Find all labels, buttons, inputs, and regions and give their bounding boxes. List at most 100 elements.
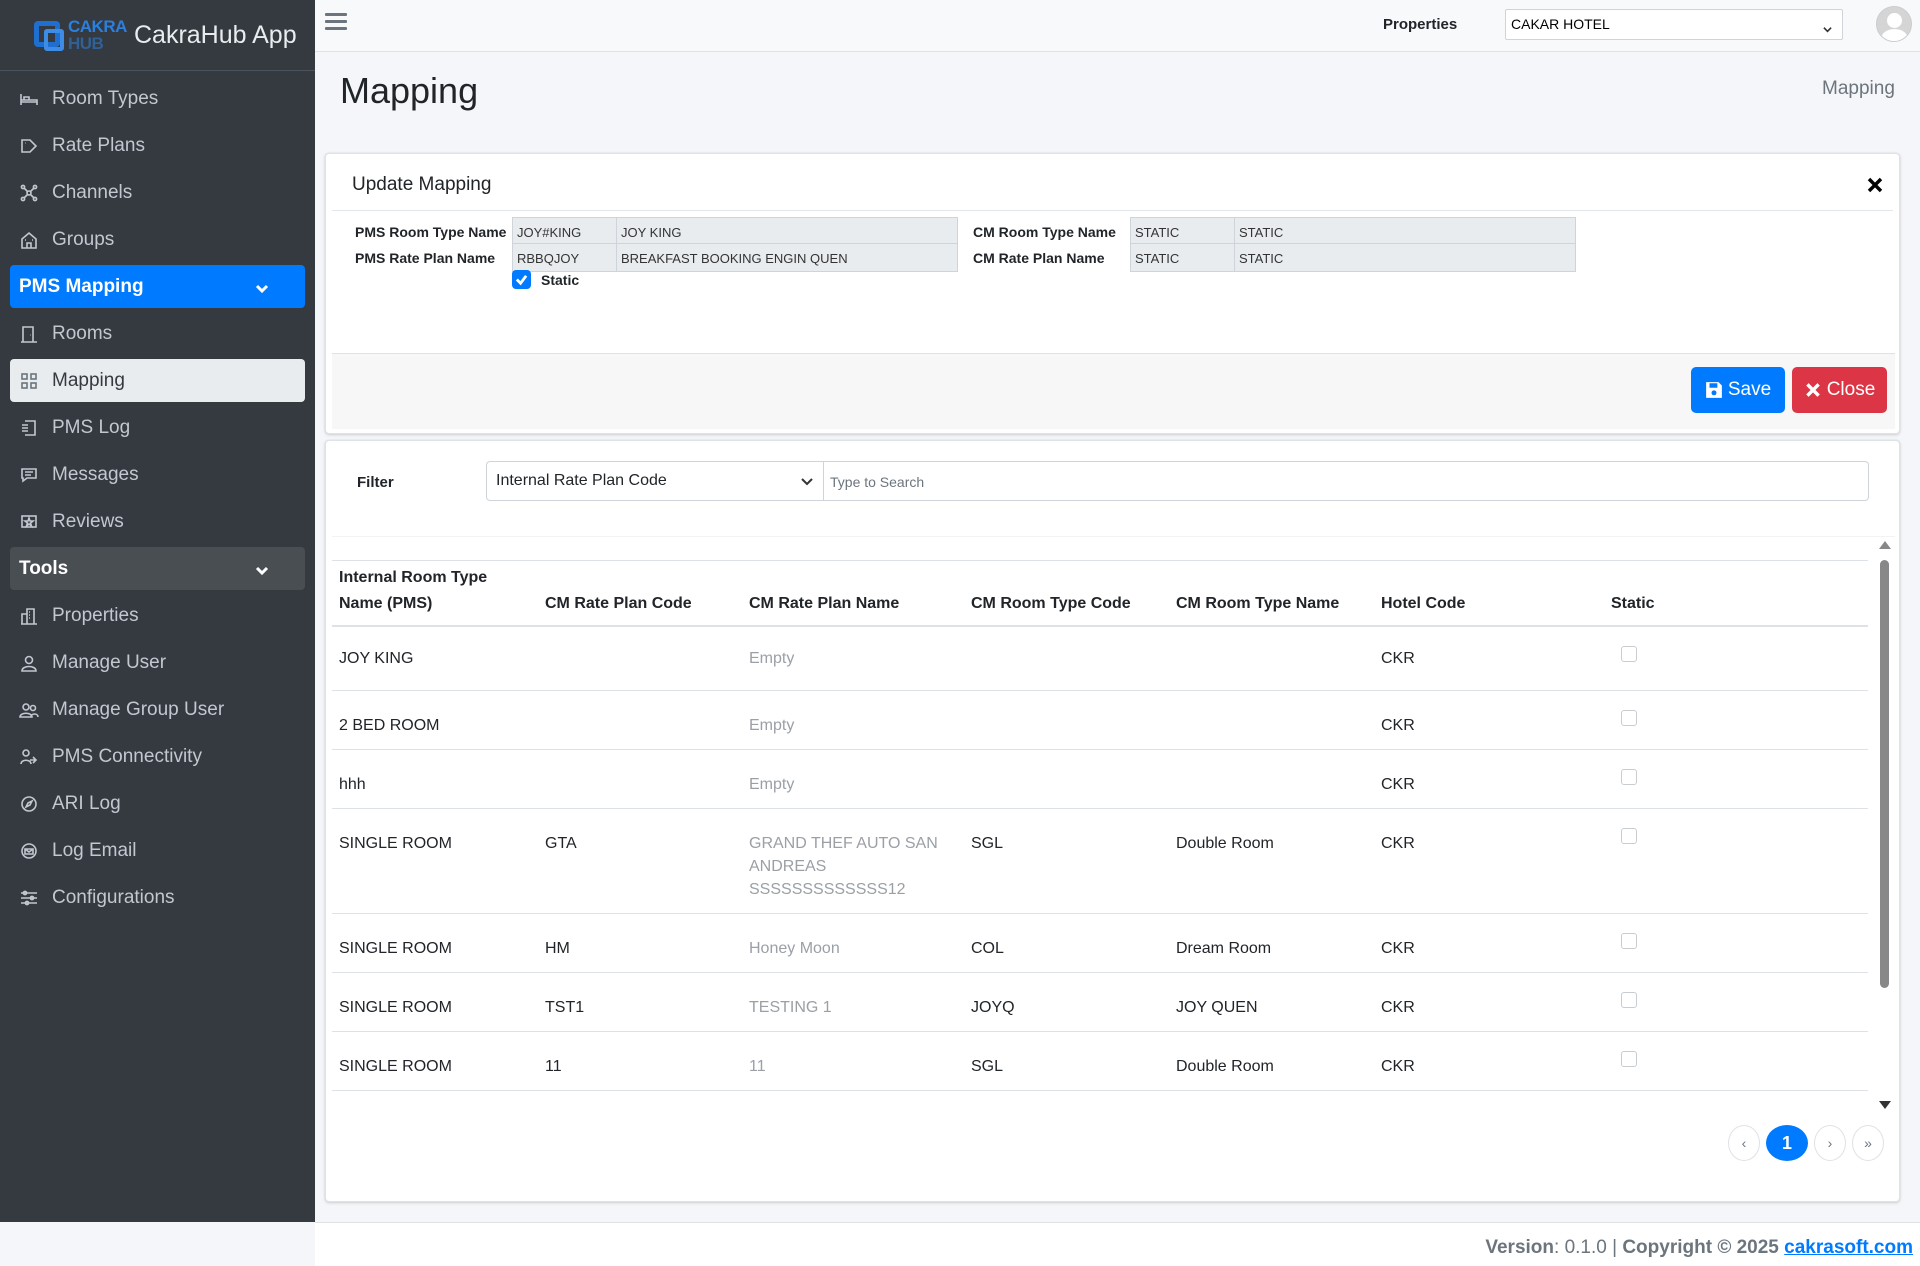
filter-field-value: Internal Rate Plan Code bbox=[496, 472, 667, 489]
search-input[interactable]: Type to Search bbox=[824, 461, 1869, 501]
sidebar-item-messages[interactable]: Messages bbox=[10, 453, 305, 496]
cell-hotel: CKR bbox=[1369, 625, 1599, 691]
sidebar-item-pms-connectivity[interactable]: PMS Connectivity bbox=[10, 735, 305, 778]
static-row-checkbox[interactable] bbox=[1621, 769, 1637, 785]
table-row[interactable]: JOY#KINGJOY KINGEmptyCKR bbox=[332, 625, 1868, 691]
static-row-checkbox[interactable] bbox=[1621, 992, 1637, 1008]
cm-rate-plan-code-field: STATIC bbox=[1130, 243, 1235, 272]
filter-label: Filter bbox=[357, 474, 394, 491]
static-row-checkbox[interactable] bbox=[1621, 645, 1637, 662]
static-row-checkbox[interactable] bbox=[1621, 710, 1637, 726]
table-row[interactable]: hhhhhhEmptyCKR bbox=[332, 749, 1868, 809]
cell-hotel: CKR bbox=[1369, 808, 1599, 914]
building-icon bbox=[18, 229, 40, 251]
cell-hotel: CKR bbox=[1369, 1031, 1599, 1091]
cell-static bbox=[1599, 1031, 1868, 1091]
cell-cm-room-name bbox=[1164, 625, 1369, 691]
cakrasoft-link[interactable]: cakrasoft.com bbox=[1784, 1237, 1913, 1258]
sidebar-item-rooms[interactable]: Rooms bbox=[10, 312, 305, 355]
static-row-checkbox[interactable] bbox=[1621, 828, 1637, 844]
column-header[interactable]: CM Room Type Code bbox=[959, 560, 1164, 627]
sidebar-item-pms-mapping[interactable]: PMS Mapping bbox=[10, 265, 305, 308]
close-button[interactable]: Close bbox=[1792, 367, 1887, 413]
cell-cm-rate-code: GTA bbox=[533, 808, 737, 914]
check-icon bbox=[512, 270, 531, 289]
cell-room-name: SINGLE ROOM bbox=[332, 913, 533, 973]
pagination: ‹ 1 › » bbox=[1728, 1125, 1890, 1161]
sidebar-item-pms-log[interactable]: PMS Log bbox=[10, 406, 305, 449]
cell-cm-rate-code bbox=[533, 625, 737, 691]
sliders-icon bbox=[18, 887, 40, 909]
sidebar-item-manage-group-user[interactable]: Manage Group User bbox=[10, 688, 305, 731]
table-row[interactable]: SGLSINGLE ROOMHMHoney MoonCOLDream RoomC… bbox=[332, 913, 1868, 973]
pms-rate-plan-code-field: RBBQJOY bbox=[512, 243, 617, 272]
cell-static bbox=[1599, 625, 1868, 691]
static-row-checkbox[interactable] bbox=[1621, 933, 1637, 949]
column-header[interactable]: Static bbox=[1599, 560, 1868, 627]
column-header[interactable]: CM Room Type Name bbox=[1164, 560, 1369, 627]
sidebar-item-groups[interactable]: Groups bbox=[10, 218, 305, 261]
table-row[interactable]: 2BEDROOMDOR2 BED ROOMEmptyCKR bbox=[332, 690, 1868, 750]
table-row[interactable]: SGLSINGLE ROOMTST1TESTING 1JOYQJOY QUENC… bbox=[332, 972, 1868, 1032]
sidebar-item-label: Configurations bbox=[52, 886, 175, 908]
property-select[interactable]: CAKAR HOTEL bbox=[1505, 9, 1843, 40]
column-header[interactable]: Hotel Code bbox=[1369, 560, 1599, 627]
cell-cm-room-code: JOYQ bbox=[959, 972, 1164, 1032]
scroll-thumb[interactable] bbox=[1880, 560, 1889, 988]
column-header[interactable]: Internal Room Type Name (PMS) bbox=[332, 560, 533, 627]
sidebar-item-tools[interactable]: Tools bbox=[10, 547, 305, 590]
sidebar-item-mapping[interactable]: Mapping bbox=[10, 359, 305, 402]
version-label: Version bbox=[1485, 1237, 1555, 1258]
prev-page-button[interactable]: ‹ bbox=[1728, 1125, 1760, 1161]
filter-field-select[interactable]: Internal Rate Plan Code bbox=[486, 461, 824, 501]
close-icon[interactable] bbox=[1867, 177, 1883, 193]
sidebar-item-label: Mapping bbox=[52, 369, 125, 391]
column-header[interactable]: CM Rate Plan Name bbox=[737, 560, 959, 627]
table-row[interactable]: SGLSINGLE ROOM1111SGLDouble RoomCKR bbox=[332, 1031, 1868, 1091]
column-header[interactable]: CM Rate Plan Code bbox=[533, 560, 737, 627]
save-button[interactable]: Save bbox=[1691, 367, 1785, 413]
sidebar-item-label: PMS Connectivity bbox=[52, 745, 202, 767]
cell-static bbox=[1599, 749, 1868, 809]
sidebar-item-label: Rate Plans bbox=[52, 134, 145, 156]
footer-text: Version: 0.1.0 | Copyright © 2025 cakras… bbox=[1485, 1237, 1913, 1259]
page-1-button[interactable]: 1 bbox=[1766, 1125, 1808, 1161]
cell-cm-room-name bbox=[1164, 690, 1369, 750]
sidebar-item-properties[interactable]: Properties bbox=[10, 594, 305, 637]
scroll-down-icon[interactable] bbox=[1879, 1101, 1891, 1109]
sidebar-item-manage-user[interactable]: Manage User bbox=[10, 641, 305, 684]
sidebar-item-log-email[interactable]: Log Email bbox=[10, 829, 305, 872]
mapping-table: Internal Room Type Code (PMS)Internal Ro… bbox=[332, 560, 1868, 1091]
cell-cm-rate-name: Empty bbox=[737, 625, 959, 691]
sidebar-item-configurations[interactable]: Configurations bbox=[10, 876, 305, 919]
static-checkbox[interactable]: Static bbox=[512, 270, 579, 289]
brand[interactable]: CAKRA HUB CakraHub App bbox=[0, 0, 315, 71]
hamburger-menu-icon[interactable] bbox=[325, 13, 347, 35]
app-name: CakraHub App bbox=[134, 20, 297, 49]
page-title: Mapping bbox=[340, 70, 479, 111]
sidebar-item-rate-plans[interactable]: Rate Plans bbox=[10, 124, 305, 167]
email-icon bbox=[18, 840, 40, 862]
user-icon bbox=[18, 652, 40, 674]
static-row-checkbox[interactable] bbox=[1621, 1051, 1637, 1067]
last-page-button[interactable]: » bbox=[1852, 1125, 1884, 1161]
table-row[interactable]: SGL SINGLE ROOMGTAGRAND THEF AUTO SAN AND… bbox=[332, 808, 1868, 914]
sidebar-item-ari-log[interactable]: ARI Log bbox=[10, 782, 305, 825]
cell-cm-rate-code bbox=[533, 749, 737, 809]
user-avatar[interactable] bbox=[1876, 6, 1912, 42]
cell-cm-rate-name: 11 bbox=[737, 1031, 959, 1091]
cell-cm-rate-name: GRAND THEF AUTO SAN ANDREAS SSSSSSSSSSSS… bbox=[737, 808, 959, 914]
scroll-up-icon[interactable] bbox=[1879, 541, 1891, 549]
sidebar-item-channels[interactable]: Channels bbox=[10, 171, 305, 214]
next-page-button[interactable]: › bbox=[1814, 1125, 1846, 1161]
card-footer: Save Close bbox=[332, 353, 1895, 429]
cell-room-name: SINGLE ROOM bbox=[332, 808, 533, 914]
cell-cm-room-code: SGL bbox=[959, 808, 1164, 914]
sidebar-item-reviews[interactable]: Reviews bbox=[10, 500, 305, 543]
vertical-scrollbar[interactable] bbox=[1875, 537, 1893, 1113]
sidebar-item-label: Manage User bbox=[52, 651, 167, 673]
sidebar-item-room-types[interactable]: Room Types bbox=[10, 77, 305, 120]
sidebar-item-label: Log Email bbox=[52, 839, 137, 861]
card-header: Update Mapping bbox=[332, 154, 1893, 211]
bed-icon bbox=[18, 88, 40, 110]
